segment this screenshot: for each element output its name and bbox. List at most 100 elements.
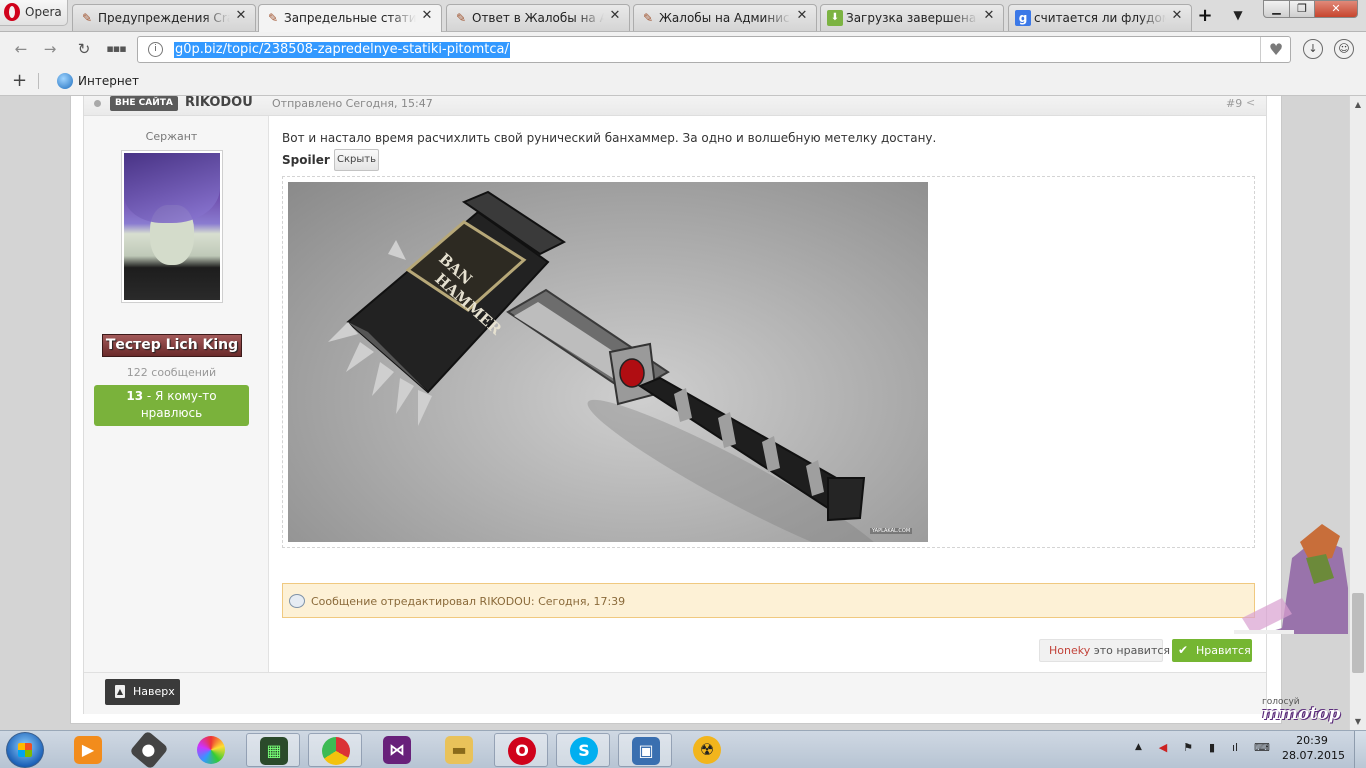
maximize-button[interactable]: ❐ xyxy=(1289,0,1315,18)
taskbar-app-chrome[interactable] xyxy=(308,733,362,767)
opera-menu-label: Opera xyxy=(25,5,62,19)
account-icon[interactable]: ☺ xyxy=(1334,39,1354,59)
edit-notice-icon xyxy=(289,594,305,608)
user-group-badge: Тестер Lich King xyxy=(102,334,242,357)
close-tab-icon[interactable]: ✕ xyxy=(234,9,248,23)
windows-taskbar: ▶ ● ▦ ⋈ ▬ O S ▣ ☢ ▲ ◀ ⚑ ▮ ıl ⌨ 20:39 28.… xyxy=(0,730,1366,768)
author-info-panel: Сержант Тестер Lich King 122 сообщений 1… xyxy=(84,116,269,672)
show-desktop-button[interactable] xyxy=(1354,731,1366,768)
taskbar-app-radiation[interactable]: ☢ xyxy=(680,733,734,767)
spoiler-hide-button[interactable]: Скрыть xyxy=(334,149,379,171)
close-tab-icon[interactable]: ✕ xyxy=(982,9,996,23)
taskbar-app-opera[interactable]: O xyxy=(494,733,548,767)
taskbar-app-monitor[interactable]: ▦ xyxy=(246,733,300,767)
add-bookmark-icon[interactable]: + xyxy=(12,71,28,91)
volume-muted-icon[interactable]: ◀ xyxy=(1156,741,1170,755)
avatar[interactable] xyxy=(121,150,223,303)
minimize-button[interactable]: ▁ xyxy=(1263,0,1290,18)
taskbar-app-disc[interactable] xyxy=(184,733,238,767)
tab-menu-chevron-icon[interactable]: ▼ xyxy=(1230,8,1246,22)
radiation-icon: ☢ xyxy=(693,736,721,764)
post-text: Вот и настало время расчихлить свой руни… xyxy=(282,131,937,145)
likes-text: это нравится xyxy=(1093,644,1171,657)
download-favicon-icon: ⬇ xyxy=(827,10,843,26)
image-watermark: YAPLAKAL.COM xyxy=(870,528,913,534)
network-signal-icon[interactable]: ıl xyxy=(1228,741,1242,755)
url-text[interactable]: g0p.biz/topic/238508-zapredelnye-statiki… xyxy=(174,42,510,58)
bookmarks-divider xyxy=(38,73,39,89)
page-scrollbar[interactable]: ▲ ▼ xyxy=(1349,96,1366,730)
tab-title: Предупреждения CrazyGoat xyxy=(98,11,230,25)
forum-favicon-icon: ✎ xyxy=(455,11,467,25)
tab[interactable]: ✎ Предупреждения CrazyGoat ✕ xyxy=(72,4,256,31)
share-icon[interactable]: < xyxy=(1246,96,1258,110)
new-tab-button[interactable]: + xyxy=(1195,6,1215,26)
author-name-link[interactable]: RIKODOU xyxy=(185,96,253,110)
clock-date[interactable]: 28.07.2015 xyxy=(1282,749,1345,762)
opera-menu-button[interactable]: Opera xyxy=(0,0,68,26)
clock-time[interactable]: 20:39 xyxy=(1282,734,1342,747)
taskbar-app-microphone[interactable]: ● xyxy=(122,730,176,768)
taskbar-app-file-explorer[interactable]: ▬ xyxy=(432,733,486,767)
tab-active[interactable]: ✎ Запредельные статики питомца ✕ xyxy=(258,4,442,33)
mmotop-logo[interactable]: mmotop xyxy=(1262,704,1340,724)
tab-title: Ответ в Жалобы на Администрацию xyxy=(472,11,604,25)
reputation-count: 13 xyxy=(126,389,144,403)
close-tab-icon[interactable]: ✕ xyxy=(420,9,434,23)
action-center-flag-icon[interactable]: ⚑ xyxy=(1181,741,1195,755)
spoiler-content: BAN HAMMER YAPLAKAL.COM xyxy=(282,176,1255,548)
globe-icon xyxy=(57,73,73,89)
forum-post: ВНЕ САЙТА RIKODOU Отправлено Сегодня, 15… xyxy=(83,96,1267,714)
taskbar-app-media-player[interactable]: ▶ xyxy=(61,733,115,767)
site-info-icon[interactable]: i xyxy=(148,42,163,57)
tab[interactable]: ✎ Ответ в Жалобы на Администрацию ✕ xyxy=(446,4,630,31)
reputation-box: 13 - Я кому-то нравлюсь xyxy=(94,385,249,426)
back-arrow-icon[interactable]: ← xyxy=(9,38,33,60)
tab-title: считается ли флудом один xyxy=(1034,11,1166,25)
scroll-up-arrow-icon[interactable]: ▲ xyxy=(1350,96,1366,113)
taskbar-app-visual-studio[interactable]: ⋈ xyxy=(370,733,424,767)
forward-arrow-icon[interactable]: → xyxy=(38,38,62,60)
mmotop-vote-widget[interactable] xyxy=(1222,518,1348,634)
google-favicon-icon: g xyxy=(1015,10,1031,26)
scrollbar-thumb[interactable] xyxy=(1352,593,1364,673)
close-tab-icon[interactable]: ✕ xyxy=(1170,9,1184,23)
remote-desktop-icon: ▣ xyxy=(632,737,660,765)
edit-notice-text: Сообщение отредактировал RIKODOU: Сегодн… xyxy=(311,595,626,608)
speed-dial-grid-icon[interactable]: ▪▪▪ xyxy=(104,38,128,60)
back-to-top-button[interactable]: ▲ Наверх xyxy=(105,679,180,705)
scroll-down-arrow-icon[interactable]: ▼ xyxy=(1350,713,1366,730)
close-tab-icon[interactable]: ✕ xyxy=(795,9,809,23)
page-viewport: ВНЕ САЙТА RIKODOU Отправлено Сегодня, 15… xyxy=(0,96,1366,730)
tab[interactable]: g считается ли флудом один ✕ xyxy=(1008,4,1192,31)
chrome-icon xyxy=(322,737,350,765)
tab[interactable]: ⬇ Загрузка завершена - Быстрая ✕ xyxy=(820,4,1004,31)
tab[interactable]: ✎ Жалобы на Администрацию ✕ xyxy=(633,4,817,31)
url-input[interactable]: i g0p.biz/topic/238508-zapredelnye-stati… xyxy=(137,36,1291,63)
banhammer-image[interactable]: BAN HAMMER YAPLAKAL.COM xyxy=(288,182,928,542)
heart-icon[interactable]: ♥ xyxy=(1266,40,1286,60)
tray-expand-icon[interactable]: ▲ xyxy=(1135,742,1142,752)
bookmark-internet[interactable]: Интернет xyxy=(78,74,139,88)
file-explorer-icon: ▬ xyxy=(445,736,473,764)
language-icon[interactable]: ⌨ xyxy=(1254,741,1270,755)
download-icon[interactable]: ↓ xyxy=(1303,39,1323,59)
reload-icon[interactable]: ↻ xyxy=(72,38,96,60)
taskbar-app-skype[interactable]: S xyxy=(556,733,610,767)
back-to-top-label: Наверх xyxy=(133,685,175,698)
like-button-label: Нравится xyxy=(1196,644,1251,657)
start-button[interactable] xyxy=(6,732,44,768)
like-button[interactable]: ✔ Нравится xyxy=(1172,639,1252,662)
url-divider xyxy=(1260,37,1261,62)
post-number-link[interactable]: #9 xyxy=(1226,97,1242,110)
battery-icon[interactable]: ▮ xyxy=(1205,741,1219,755)
close-tab-icon[interactable]: ✕ xyxy=(608,9,622,23)
liker-user-link[interactable]: Honeky xyxy=(1049,644,1090,657)
taskbar-app-remote-desktop[interactable]: ▣ xyxy=(618,733,672,767)
tab-bar: Opera ✎ Предупреждения CrazyGoat ✕ ✎ Зап… xyxy=(0,0,1366,33)
avatar-image xyxy=(124,153,220,300)
post-header: ВНЕ САЙТА RIKODOU Отправлено Сегодня, 15… xyxy=(84,96,1266,116)
close-window-button[interactable]: ✕ xyxy=(1314,0,1358,18)
tab-title: Жалобы на Администрацию xyxy=(659,11,791,25)
offline-status-dot xyxy=(94,100,101,107)
